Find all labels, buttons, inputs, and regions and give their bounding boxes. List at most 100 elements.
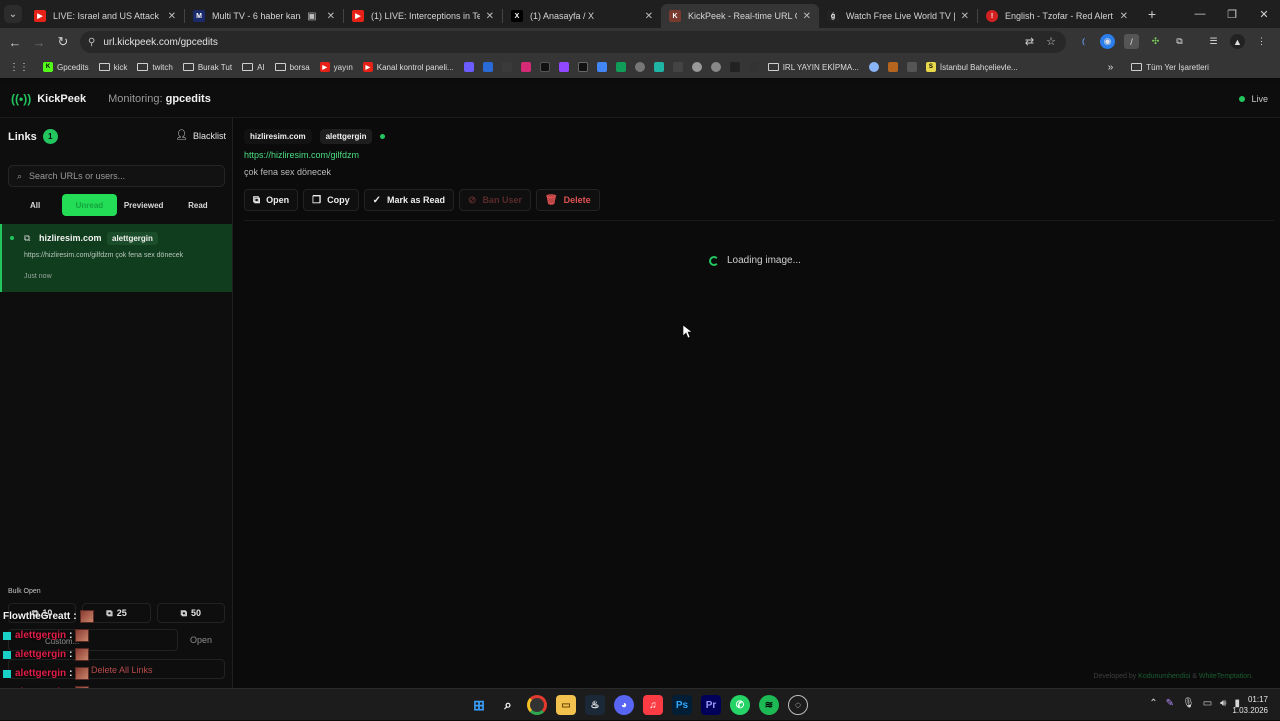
bulk-custom-open-button[interactable]: Open <box>190 635 212 645</box>
steam-icon[interactable]: ♨ <box>585 695 605 715</box>
tab-4[interactable]: X (1) Anasayfa / X ✕ <box>503 4 661 28</box>
bookmark-icon-11[interactable] <box>868 62 879 72</box>
bookmark-icon-13[interactable] <box>906 62 917 72</box>
bookmark-istanbul[interactable]: S İstanbul Bahçelievle... <box>925 62 1018 72</box>
bookmark-icon-6[interactable] <box>672 62 683 72</box>
bulk-open-50-button[interactable]: ⧉ 50 <box>156 603 225 623</box>
tab-2[interactable]: M Multi TV - 6 haber kanalını ▣ ✕ <box>185 4 343 28</box>
close-icon[interactable]: ✕ <box>961 11 969 22</box>
bookmark-gpcedits[interactable]: K Gpcedits <box>43 62 89 72</box>
tab-7[interactable]: ! English - Tzofar - Red Alert ✕ <box>978 4 1136 28</box>
bookmark-ai[interactable]: AI <box>242 63 265 72</box>
x-icon[interactable] <box>577 62 588 72</box>
spotify-icon[interactable]: ≋ <box>759 695 779 715</box>
close-icon[interactable]: ✕ <box>1120 11 1128 22</box>
close-icon[interactable]: ✕ <box>168 11 176 22</box>
translate-icon[interactable]: ⇄ <box>1025 35 1034 48</box>
close-icon[interactable]: ✕ <box>486 11 494 22</box>
mark-as-read-button[interactable]: ✓ Mark as Read <box>363 189 455 211</box>
whatsapp-icon[interactable]: ✆ <box>730 695 750 715</box>
bookmarks-overflow-icon[interactable]: » <box>1108 62 1114 73</box>
restore-icon[interactable]: ❐ <box>1216 8 1248 21</box>
bookmark-icon-12[interactable] <box>887 62 898 72</box>
bookmark-icon-4[interactable] <box>634 62 645 72</box>
address-url[interactable]: url.kickpeek.com/gpcedits <box>103 37 218 48</box>
app-logo[interactable]: ((•)) KickPeek <box>11 92 86 106</box>
link-list-item[interactable]: ⧉ hizliresim.com alettgergin https://hiz… <box>0 224 232 292</box>
close-window-icon[interactable]: ✕ <box>1248 8 1280 21</box>
bookmark-irl[interactable]: IRL YAYIN EKİPMA... <box>767 63 859 72</box>
windows-start-icon[interactable]: ⊞ <box>469 695 489 715</box>
bookmark-icon-3[interactable] <box>501 62 512 72</box>
search-input[interactable] <box>29 171 210 181</box>
tab-groups-icon[interactable]: ☰ <box>1206 34 1221 49</box>
bookmark-twitch[interactable]: twitch <box>137 63 173 72</box>
puzzle-icon[interactable]: ⧉ <box>1172 34 1187 49</box>
bookmark-icon-5[interactable] <box>653 62 664 72</box>
filter-all[interactable]: All <box>8 194 62 216</box>
open-button[interactable]: ⧉ Open <box>244 189 299 211</box>
bookmark-icon-8[interactable] <box>710 62 721 72</box>
tab-search-button[interactable]: ⌄ <box>0 0 26 28</box>
forward-arrow-icon[interactable]: → <box>27 35 51 50</box>
extension-4-icon[interactable]: ✣ <box>1148 34 1163 49</box>
docs-icon[interactable] <box>596 62 607 72</box>
twitch-icon[interactable] <box>558 62 569 72</box>
photoshop-icon[interactable]: Ps <box>672 695 692 715</box>
extension-3-icon[interactable]: / <box>1124 34 1139 49</box>
tiktok-icon[interactable] <box>539 62 550 72</box>
bookmark-burak-tut[interactable]: Burak Tut <box>182 63 232 72</box>
system-clock[interactable]: 01:17 1.03.2026 <box>1232 694 1268 716</box>
bookmark-icon-10[interactable] <box>748 62 759 72</box>
kebab-menu-icon[interactable]: ⋮ <box>1254 34 1269 49</box>
chevron-up-icon[interactable]: ⌃ <box>1149 698 1157 709</box>
bookmark-icon-7[interactable] <box>691 62 702 72</box>
copy-button[interactable]: ❐ Copy <box>303 189 359 211</box>
music-icon[interactable]: ♫ <box>643 695 663 715</box>
filter-previewed[interactable]: Previewed <box>117 194 171 216</box>
bookmark-star-icon[interactable]: ☆ <box>1046 35 1056 48</box>
bookmark-borsa[interactable]: borsa <box>274 63 310 72</box>
pen-icon[interactable]: ✎ <box>1166 698 1174 709</box>
tab-1[interactable]: ▶ LIVE: Israel and US Attack Iran ✕ <box>26 4 184 28</box>
minimize-icon[interactable]: — <box>1184 8 1216 20</box>
site-settings-icon[interactable]: ⚲ <box>88 37 95 48</box>
profile-avatar-icon[interactable]: ▲ <box>1230 34 1245 49</box>
new-tab-button[interactable]: + <box>1140 6 1164 22</box>
bookmark-yayin[interactable]: ▶ yayın <box>319 62 353 72</box>
bookmark-icon-2[interactable] <box>482 62 493 72</box>
credit-author-b[interactable]: WhiteTemptation. <box>1199 673 1253 680</box>
tab-6[interactable]: ǵ Watch Free Live World TV | Glo ✕ <box>819 4 977 28</box>
extension-1-icon[interactable]: ⦅ <box>1076 34 1091 49</box>
search-icon[interactable]: ⌕ <box>498 695 518 715</box>
tab-5-active[interactable]: K KickPeek - Real-time URL Crawl ✕ <box>661 4 819 28</box>
microphone-icon[interactable]: 🎙︎ <box>1182 698 1195 709</box>
filter-unread[interactable]: Unread <box>62 194 117 216</box>
reload-icon[interactable]: ↻ <box>51 34 75 50</box>
speaker-icon[interactable]: 🔊︎ <box>1220 698 1226 709</box>
close-icon[interactable]: ✕ <box>327 11 335 22</box>
back-arrow-icon[interactable]: ← <box>3 35 27 50</box>
detail-user-tag[interactable]: alettgergin <box>319 129 373 144</box>
apps-grid-icon[interactable]: ⋮⋮ <box>9 62 29 73</box>
close-icon[interactable]: ✕ <box>645 11 653 22</box>
delete-button[interactable]: 🗑︎ Delete <box>535 189 600 211</box>
chrome-icon[interactable] <box>527 695 547 715</box>
bookmark-icon-1[interactable] <box>463 62 474 72</box>
all-bookmarks[interactable]: Tüm Yer İşaretleri <box>1131 63 1209 72</box>
bookmark-kanal[interactable]: ▶ Kanal kontrol paneli... <box>362 62 454 72</box>
sheets-icon[interactable] <box>615 62 626 72</box>
address-bar[interactable]: ⚲ url.kickpeek.com/gpcedits ⇄ ☆ <box>80 31 1066 53</box>
credit-author-a[interactable]: Kodunumhendisi <box>1138 673 1190 680</box>
extension-2-icon[interactable]: ◉ <box>1100 34 1115 49</box>
bookmark-kick[interactable]: kick <box>98 63 127 72</box>
network-icon[interactable]: ▭ <box>1203 698 1212 709</box>
file-explorer-icon[interactable]: ▭ <box>556 695 576 715</box>
tab-3[interactable]: ▶ (1) LIVE: Interceptions in Tel Av ✕ <box>344 4 502 28</box>
blacklist-button[interactable]: 👤︎ Blacklist <box>175 130 226 141</box>
discord-icon[interactable]: ◕ <box>614 695 634 715</box>
bookmark-icon-9[interactable] <box>729 62 740 72</box>
premiere-icon[interactable]: Pr <box>701 695 721 715</box>
filter-read[interactable]: Read <box>171 194 225 216</box>
ban-user-button[interactable]: ⊘ Ban User <box>459 189 531 211</box>
